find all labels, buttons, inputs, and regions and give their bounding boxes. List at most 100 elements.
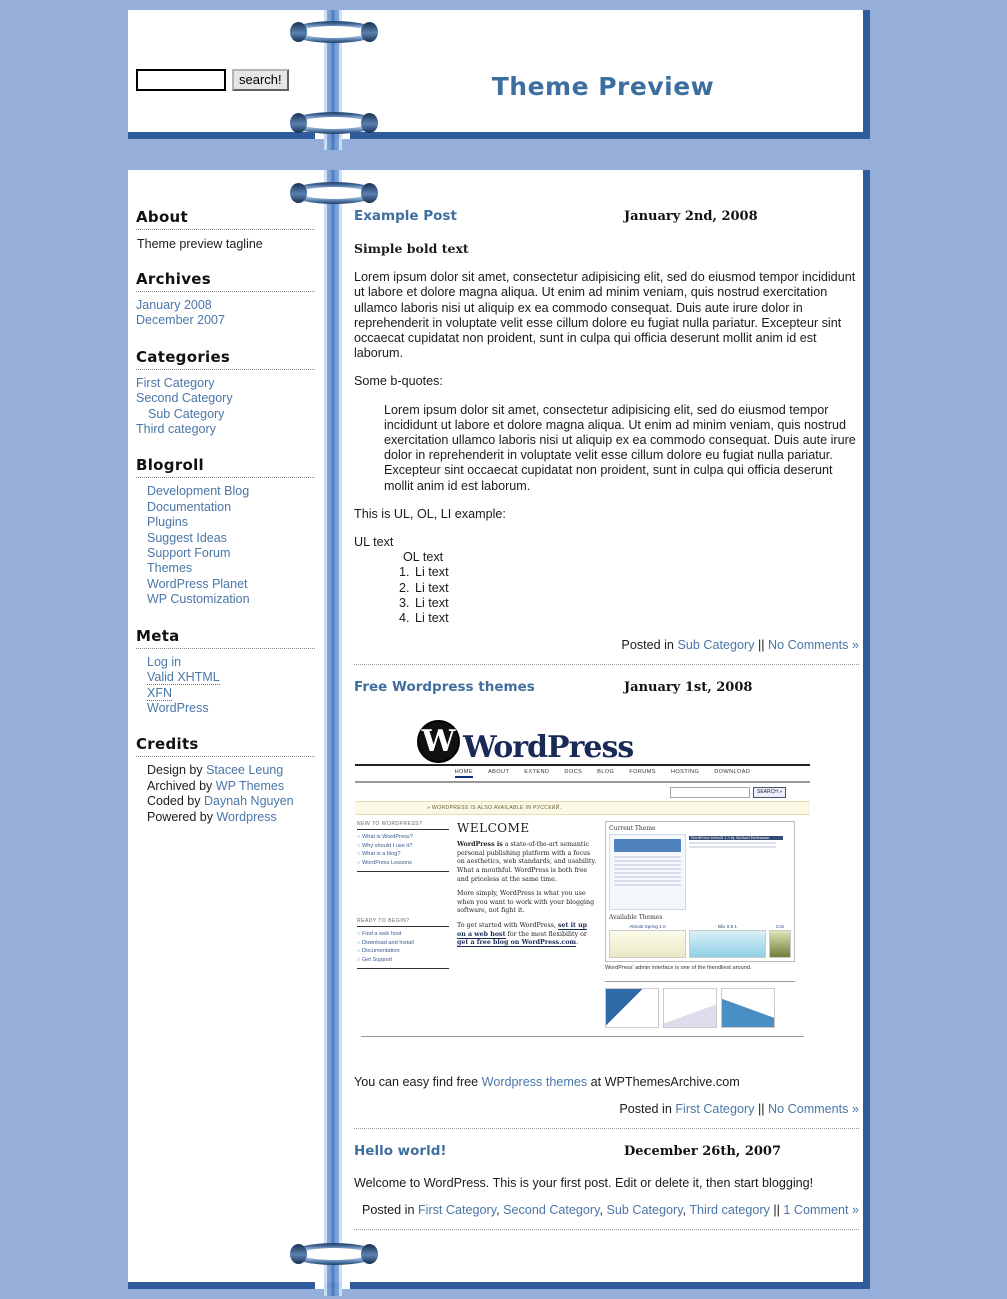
categories-list: First Category Second Category Sub Categ… <box>136 376 319 438</box>
archives-list: January 2008 December 2007 <box>136 298 319 329</box>
wp-theme-thumb <box>769 930 791 959</box>
sidebar-section-credits: Credits Design by Stacee Leung Archived … <box>136 735 319 825</box>
sidebar-section-blogroll: Blogroll Development Blog Documentation … <box>136 456 319 607</box>
list-item: Third category <box>136 422 319 437</box>
post-header: Example Post January 2nd, 2008 <box>354 208 859 228</box>
site-header: search! Theme Preview <box>128 10 870 139</box>
sidebar-item-sub-category[interactable]: Sub Category <box>148 407 224 421</box>
wp-p3-mid: for the most flexibility or <box>505 930 587 938</box>
wp-link-get-support[interactable]: Get Support <box>357 956 449 965</box>
wp-nav-hosting[interactable]: HOSTING <box>671 769 699 778</box>
wp-welcome-heading: WELCOME <box>457 821 530 836</box>
wp-admin-titlebar <box>614 839 681 853</box>
wp-p3-end: . <box>576 939 579 947</box>
meta-category-link-3[interactable]: Sub Category <box>607 1203 683 1217</box>
sidebar-item-wordpress-planet[interactable]: WordPress Planet <box>147 577 248 591</box>
wp-link-wordpress-lessons[interactable]: WordPress Lessons <box>357 859 449 868</box>
meta-category-link[interactable]: First Category <box>675 1102 754 1116</box>
comments-link[interactable]: No Comments » <box>768 1102 859 1116</box>
post-list-intro: This is UL, OL, LI example: <box>354 506 506 521</box>
wp-welcome-bold: WordPress is <box>457 841 503 849</box>
wp-nav-about[interactable]: ABOUT <box>488 769 509 778</box>
search-button[interactable]: search! <box>232 69 289 91</box>
credit-design-link[interactable]: Stacee Leung <box>206 763 283 777</box>
meta-category-link-2[interactable]: Second Category <box>503 1203 599 1217</box>
post-title-link[interactable]: Example Post <box>354 208 457 224</box>
credit-design: Design by Stacee Leung <box>136 763 319 778</box>
post-meta: Posted in First Category, Second Categor… <box>361 1203 859 1218</box>
page-gutter <box>342 10 350 139</box>
wp-welcome-paragraph-1: WordPress is a state-of-the-art semantic… <box>457 841 597 884</box>
sidebar-item-second-category[interactable]: Second Category <box>136 391 233 405</box>
post-paragraph: Welcome to WordPress. This is your first… <box>354 1175 814 1190</box>
sidebar-section-archives: Archives January 2008 December 2007 <box>136 270 319 329</box>
wp-book-thumb <box>605 987 659 1028</box>
sidebar-item-log-in[interactable]: Log in <box>147 655 181 669</box>
comments-link[interactable]: 1 Comment » <box>783 1203 859 1217</box>
sidebar-item-wordpress[interactable]: WordPress <box>147 701 209 715</box>
list-item: Development Blog <box>136 484 319 499</box>
caption-link[interactable]: Wordpress themes <box>482 1075 587 1089</box>
credit-coded-link[interactable]: Daynah Nguyen <box>204 794 294 808</box>
credit-archived-link[interactable]: WP Themes <box>216 779 284 793</box>
wp-nav-home[interactable]: HOME <box>454 769 473 779</box>
wp-link-documentation[interactable]: Documentation <box>357 947 449 956</box>
meta-separator: || <box>754 1101 768 1116</box>
wp-section-title-new: NEW TO WORDPRESS? <box>357 821 449 831</box>
sidebar-item-themes[interactable]: Themes <box>147 561 192 575</box>
sidebar-item-suggest-ideas[interactable]: Suggest Ideas <box>147 531 227 545</box>
sidebar-item-january-2008[interactable]: January 2008 <box>136 298 212 312</box>
credit-powered-link[interactable]: Wordpress <box>216 810 276 824</box>
post-separator <box>354 664 859 666</box>
post-title-link[interactable]: Free Wordpress themes <box>354 679 535 695</box>
sidebar-item-valid-xhtml[interactable]: Valid XHTML <box>147 670 220 686</box>
wp-link-what-is-wordpress[interactable]: What is WordPress? <box>357 833 449 842</box>
wp-theme-thumb <box>689 930 766 959</box>
wp-link-free-blog[interactable]: get a free blog on WordPress.com <box>457 939 577 948</box>
search-form: search! <box>136 69 289 91</box>
wp-nav-docs[interactable]: DOCS <box>564 769 582 778</box>
list-item: January 2008 <box>136 298 319 313</box>
sidebar-item-xfn[interactable]: XFN <box>147 685 172 701</box>
wp-nav-extend[interactable]: EXTEND <box>524 769 549 778</box>
wp-theme-label-3: Con <box>775 924 785 930</box>
sidebar-item-third-category[interactable]: Third category <box>136 422 216 436</box>
sidebar-item-plugins[interactable]: Plugins <box>147 515 188 529</box>
wp-nav-forums[interactable]: FORUMS <box>629 769 656 778</box>
header-bottom-rule <box>128 132 863 139</box>
wp-search-input[interactable] <box>669 787 750 799</box>
wp-link-find-a-web-host[interactable]: Find a web host <box>357 930 449 939</box>
sidebar-item-support-forum[interactable]: Support Forum <box>147 546 230 560</box>
meta-category-link-4[interactable]: Third category <box>689 1203 770 1217</box>
list-item: WordPress Planet <box>136 577 319 592</box>
sidebar-item-development-blog[interactable]: Development Blog <box>147 484 249 498</box>
sidebar-item-december-2007[interactable]: December 2007 <box>136 313 225 327</box>
meta-category-link[interactable]: Sub Category <box>677 638 754 652</box>
sidebar-item-wp-customization[interactable]: WP Customization <box>147 592 250 606</box>
wp-admin-line <box>614 876 681 879</box>
comments-link[interactable]: No Comments » <box>768 638 859 652</box>
post-title-link[interactable]: Hello world! <box>354 1143 447 1159</box>
wp-admin-line <box>614 880 681 883</box>
search-input[interactable] <box>136 69 226 91</box>
wp-p3-prefix: To get started with WordPress, <box>457 922 558 930</box>
post-date: December 26th, 2007 <box>624 1143 782 1159</box>
wp-link-what-is-a-blog[interactable]: What is a blog? <box>357 850 449 859</box>
numbered-list: Li text Li text Li text Li text <box>354 565 859 626</box>
post-quote-intro: Some b-quotes: <box>354 374 443 389</box>
credit-design-prefix: Design by <box>147 763 207 778</box>
wp-nav-download[interactable]: DOWNLOAD <box>714 769 750 778</box>
wp-admin-line <box>689 842 776 845</box>
wp-language-notice: » WORDPRESS IS ALSO AVAILABLE IN РУССКИЙ… <box>355 801 810 816</box>
meta-category-link-1[interactable]: First Category <box>418 1203 496 1217</box>
wp-logo-row: W WordPress <box>355 715 810 764</box>
sidebar-item-first-category[interactable]: First Category <box>136 376 215 390</box>
sidebar-item-documentation[interactable]: Documentation <box>147 500 231 514</box>
wp-search-button[interactable]: SEARCH » <box>752 787 786 799</box>
wp-link-why-use-it[interactable]: Why should I use it? <box>357 842 449 851</box>
wp-link-download-and-install[interactable]: Download and Install <box>357 939 449 948</box>
meta-separator: || <box>769 1203 784 1218</box>
post-body: Simple bold text Lorem ipsum dolor sit a… <box>354 241 859 626</box>
post-body: Welcome to WordPress. This is your first… <box>354 1176 859 1191</box>
wp-nav-blog[interactable]: BLOG <box>597 769 614 778</box>
